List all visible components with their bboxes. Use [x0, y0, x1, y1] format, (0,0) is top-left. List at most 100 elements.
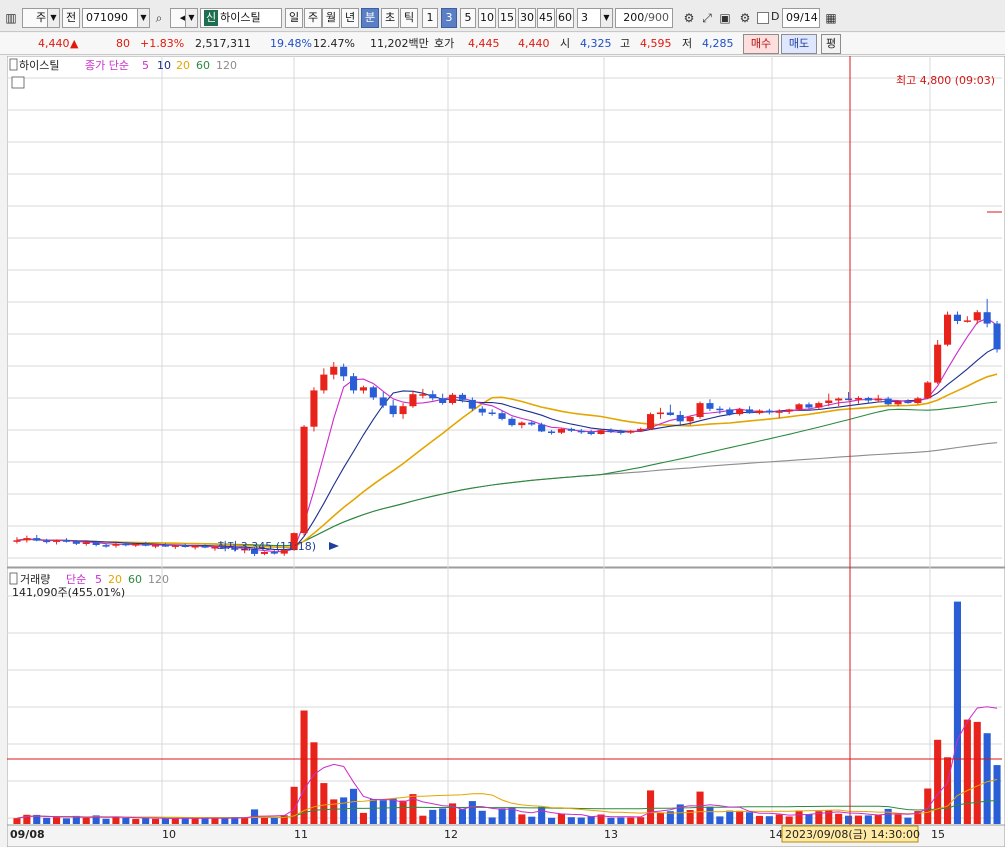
search-icon[interactable]: ⌕: [150, 8, 168, 28]
candle-body: [112, 543, 120, 546]
candle-body: [498, 413, 506, 419]
save-icon[interactable]: ▣: [716, 8, 734, 28]
volume-bar: [845, 815, 853, 824]
turnover-percent: 19.48%: [270, 37, 312, 50]
period-select[interactable]: 주 ▼: [22, 8, 60, 28]
volume-bar: [429, 809, 437, 824]
buy-button[interactable]: 매수: [743, 34, 779, 54]
candle-body: [399, 406, 407, 415]
stock-code-input[interactable]: 071090 ▼: [82, 8, 150, 28]
candle-body: [845, 398, 853, 401]
period-button-4[interactable]: 분: [361, 8, 379, 28]
stock-name-field[interactable]: 신 하이스틸: [200, 8, 282, 28]
candlestick-chart[interactable]: 하이스틸 종가 단순 5 10 20 60 120 최고 4,800 (09:03) 최저 3,…: [6, 55, 1005, 847]
candle-body: [102, 545, 110, 547]
date-checkbox[interactable]: [757, 12, 769, 24]
candle-settings-icon[interactable]: ⚙: [680, 8, 698, 28]
candle-body: [508, 418, 516, 426]
volume-bar: [439, 808, 447, 824]
all-button[interactable]: 전: [62, 8, 80, 28]
interval-button-10[interactable]: 10: [478, 8, 496, 28]
candle-body: [884, 398, 892, 405]
volume-bar: [656, 812, 664, 824]
candle-body: [548, 431, 556, 433]
volume-bar: [647, 790, 655, 824]
candle-body: [161, 545, 169, 547]
high-annotation: 최고 4,800 (09:03): [896, 74, 995, 87]
low-label: 저: [682, 37, 693, 50]
candle-body: [142, 544, 150, 546]
candle-body: [320, 374, 328, 391]
interval-button-1[interactable]: 1: [422, 8, 438, 28]
gear-icon[interactable]: ⚙: [736, 8, 754, 28]
volume-bar: [300, 710, 308, 824]
volume-bar: [478, 810, 486, 824]
volume-bar: [53, 817, 61, 824]
candle-body: [795, 404, 803, 410]
volume-legend-ma-120: 120: [148, 573, 169, 586]
interval-button-60[interactable]: 60: [556, 8, 574, 28]
volume-bar: [458, 809, 466, 824]
interval-button-45[interactable]: 45: [537, 8, 555, 28]
candle-body: [72, 541, 80, 544]
candle-body: [340, 366, 348, 377]
candle-body: [647, 414, 655, 429]
candle-body: [53, 540, 61, 542]
sound-button[interactable]: ◀ ▼: [170, 8, 198, 28]
candle-body: [815, 403, 823, 408]
count-input[interactable]: 200/900: [615, 8, 673, 28]
volume-bar: [716, 816, 724, 824]
volume-bar: [973, 721, 981, 824]
period-button-6[interactable]: 틱: [400, 8, 418, 28]
volume-bar: [953, 601, 961, 824]
calendar-icon[interactable]: ▦: [822, 8, 840, 28]
draw-line-icon[interactable]: ⤢: [698, 8, 716, 28]
sell-button[interactable]: 매도: [781, 34, 817, 54]
candle-body: [627, 430, 635, 433]
volume-bar: [726, 810, 734, 824]
volume-current-value: 141,090주(455.01%): [12, 586, 125, 599]
interval-button-3[interactable]: 3: [441, 8, 457, 28]
volume-bar: [270, 817, 278, 824]
period-button-3[interactable]: 년: [341, 8, 359, 28]
layout-icon[interactable]: ▥: [2, 8, 20, 28]
volume-bar: [62, 818, 70, 824]
interval-button-30[interactable]: 30: [518, 8, 536, 28]
period-button-1[interactable]: 주: [304, 8, 322, 28]
ask-price: 4,445: [468, 37, 500, 50]
flat-button[interactable]: 평: [821, 34, 841, 54]
candle-body: [993, 323, 1001, 350]
volume-bar: [152, 818, 160, 824]
volume-bar: [350, 788, 358, 824]
candle-body: [458, 394, 466, 400]
interval-button-5[interactable]: 5: [460, 8, 476, 28]
candle-body: [449, 394, 457, 403]
secondary-percent: 12.47%: [313, 37, 355, 50]
candle-body: [191, 546, 199, 548]
candle-body: [666, 412, 674, 415]
interval-button-15[interactable]: 15: [498, 8, 516, 28]
volume-value: 2,517,311: [195, 37, 251, 50]
candle-body: [409, 394, 417, 407]
volume-bar: [359, 812, 367, 824]
date-input[interactable]: 09/14: [782, 8, 820, 28]
period-button-0[interactable]: 일: [285, 8, 303, 28]
date-checkbox-label: D: [771, 10, 780, 23]
candle-body: [716, 408, 724, 411]
interval-select[interactable]: 3 ▼: [577, 8, 613, 28]
candle-body: [755, 410, 763, 414]
candle-body: [82, 542, 90, 544]
period-button-5[interactable]: 초: [381, 8, 399, 28]
table-icon: [11, 76, 25, 89]
volume-bar: [211, 818, 219, 824]
period-button-2[interactable]: 월: [322, 8, 340, 28]
price-legend-ma-120: 120: [216, 59, 237, 72]
candle-body: [874, 398, 882, 401]
candle-body: [696, 403, 704, 417]
candle-body: [310, 390, 318, 427]
volume-bar: [983, 733, 991, 824]
volume-bar: [617, 817, 625, 824]
current-price: 4,440: [38, 37, 70, 50]
candle-body: [676, 415, 684, 422]
chart-area[interactable]: 하이스틸 종가 단순 5 10 20 60 120 최고 4,800 (09:03) 최저 3,…: [6, 55, 1005, 847]
